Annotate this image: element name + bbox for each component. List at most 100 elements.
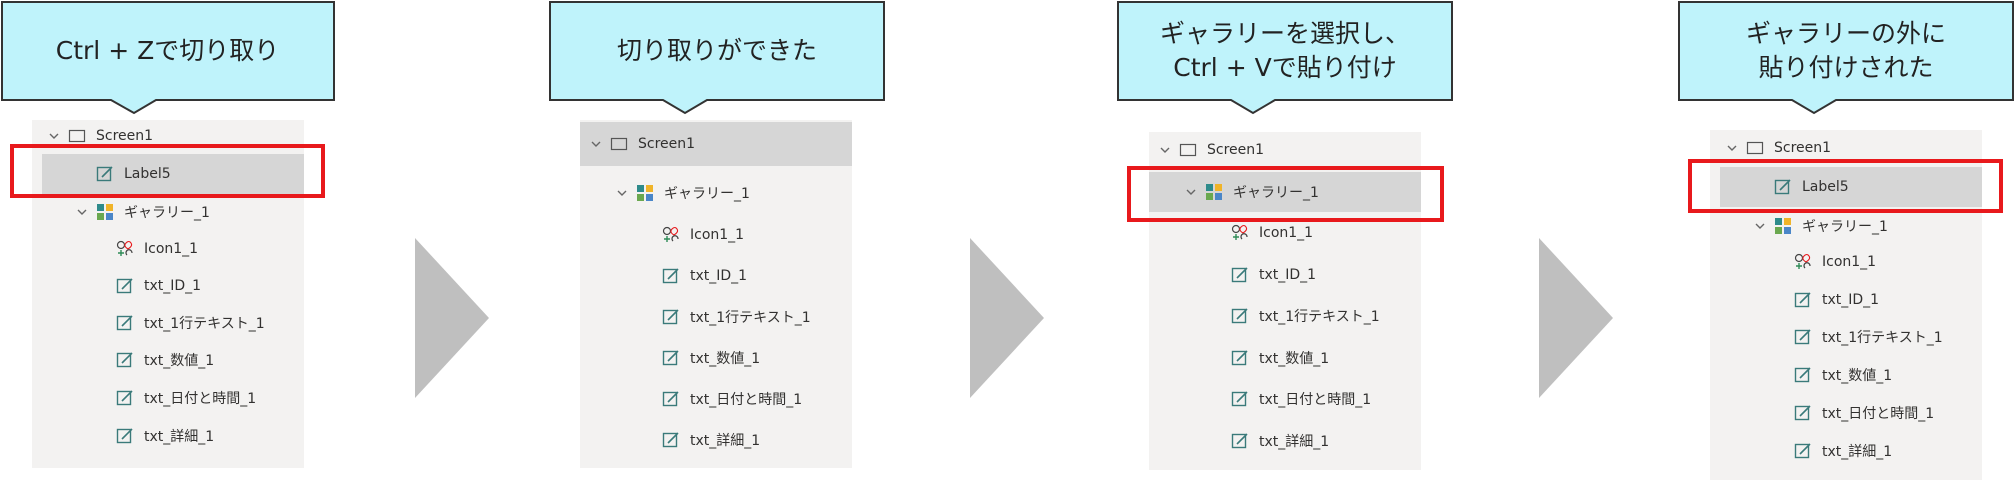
edit-label-icon	[1231, 349, 1249, 367]
icon-control-icon	[1794, 253, 1812, 271]
gallery-icon	[636, 184, 654, 202]
tree-node-label: Icon1_1	[1822, 254, 1877, 270]
edit-label-icon	[1794, 366, 1812, 384]
screen-icon	[610, 135, 628, 153]
callout-3: ギャラリーを選択し、 Ctrl + Vで貼り付け	[1117, 1, 1453, 116]
callout-text: 切り取りができた	[616, 36, 817, 65]
callout-text: Ctrl + Zで切り取り	[55, 36, 280, 65]
screen-icon	[68, 127, 86, 145]
tree-node-label: txt_1行テキスト_1	[690, 310, 811, 326]
tree-node-screen[interactable]: Screen1	[580, 122, 852, 166]
tree-node-label: ギャラリー_1	[664, 186, 750, 202]
chevron-down-icon[interactable]	[1754, 220, 1766, 232]
highlight-box	[10, 144, 325, 198]
tree-node-txt-date[interactable]: txt_日付と時間_1	[1149, 380, 1421, 418]
tree-node-label: txt_ID_1	[690, 268, 748, 284]
edit-label-icon	[116, 277, 134, 295]
arrow-right-icon	[415, 238, 489, 398]
tree-node-txt-id[interactable]: txt_ID_1	[1710, 284, 1982, 316]
tree-node-label: Icon1_1	[690, 227, 745, 243]
edit-label-icon	[1231, 432, 1249, 450]
tree-node-label: txt_1行テキスト_1	[144, 316, 265, 332]
chevron-down-icon[interactable]	[616, 187, 628, 199]
edit-label-icon	[1231, 390, 1249, 408]
edit-label-icon	[1794, 404, 1812, 422]
tree-node-icon1[interactable]: Icon1_1	[32, 233, 304, 265]
tree-node-label: txt_日付と時間_1	[1822, 406, 1935, 422]
tree-node-label: txt_1行テキスト_1	[1822, 330, 1943, 346]
tree-node-label: Icon1_1	[144, 241, 199, 257]
edit-label-icon	[662, 308, 680, 326]
tree-node-label: txt_ID_1	[1259, 267, 1317, 283]
tree-node-txt-detail[interactable]: txt_詳細_1	[32, 420, 304, 452]
tree-node-icon1[interactable]: Icon1_1	[1710, 246, 1982, 278]
callout-1: Ctrl + Zで切り取り	[1, 1, 335, 116]
chevron-down-icon[interactable]	[1159, 144, 1171, 156]
tree-node-txt-detail[interactable]: txt_詳細_1	[1149, 422, 1421, 460]
highlight-box	[1688, 159, 2003, 213]
chevron-down-icon[interactable]	[48, 130, 60, 142]
tree-node-label: txt_ID_1	[1822, 292, 1880, 308]
callout-text: ギャラリーの外に 貼り付けされた	[1745, 19, 1946, 82]
tree-node-label: txt_日付と時間_1	[690, 392, 803, 408]
gallery-icon	[96, 203, 114, 221]
highlight-box	[1127, 166, 1444, 222]
tree-node-label: Screen1	[1207, 142, 1265, 158]
gallery-icon	[1774, 217, 1792, 235]
tree-view[interactable]: Screen1 ギャラリー_1 Icon1_1 txt_ID_1 txt_1行テ…	[580, 120, 852, 468]
edit-label-icon	[662, 267, 680, 285]
tree-node-icon1[interactable]: Icon1_1	[580, 216, 852, 254]
tree-node-gallery[interactable]: ギャラリー_1	[580, 174, 852, 212]
tree-node-gallery[interactable]: ギャラリー_1	[32, 196, 304, 228]
chevron-down-icon[interactable]	[76, 206, 88, 218]
tree-node-txt-line[interactable]: txt_1行テキスト_1	[32, 307, 304, 339]
edit-label-icon	[116, 314, 134, 332]
chevron-down-icon[interactable]	[1726, 142, 1738, 154]
tree-node-txt-line[interactable]: txt_1行テキスト_1	[1149, 297, 1421, 335]
tree-node-txt-line[interactable]: txt_1行テキスト_1	[1710, 321, 1982, 353]
tree-node-screen[interactable]: Screen1	[1149, 132, 1421, 168]
tree-node-label: txt_数値_1	[1822, 368, 1893, 384]
tree-node-txt-number[interactable]: txt_数値_1	[32, 344, 304, 376]
tree-node-txt-detail[interactable]: txt_詳細_1	[580, 421, 852, 459]
callout-4: ギャラリーの外に 貼り付けされた	[1678, 1, 2014, 116]
chevron-down-icon[interactable]	[590, 138, 602, 150]
tree-node-label: Icon1_1	[1259, 225, 1314, 241]
tree-node-label: txt_日付と時間_1	[144, 391, 257, 407]
icon-control-icon	[662, 226, 680, 244]
edit-label-icon	[662, 390, 680, 408]
edit-label-icon	[1794, 291, 1812, 309]
tree-node-label: txt_詳細_1	[144, 429, 215, 445]
arrow-right-icon	[1539, 238, 1613, 398]
tree-node-txt-id[interactable]: txt_ID_1	[1149, 256, 1421, 294]
tree-node-txt-id[interactable]: txt_ID_1	[580, 257, 852, 295]
tree-node-label: txt_詳細_1	[690, 433, 761, 449]
tree-node-gallery[interactable]: ギャラリー_1	[1710, 208, 1982, 244]
tree-node-txt-date[interactable]: txt_日付と時間_1	[32, 382, 304, 414]
tree-node-txt-number[interactable]: txt_数値_1	[1710, 359, 1982, 391]
tree-node-label: txt_1行テキスト_1	[1259, 309, 1380, 325]
screen-icon	[1179, 141, 1197, 159]
tree-node-label: txt_数値_1	[1259, 351, 1330, 367]
tree-node-txt-line[interactable]: txt_1行テキスト_1	[580, 298, 852, 336]
edit-label-icon	[1794, 442, 1812, 460]
tree-node-txt-id[interactable]: txt_ID_1	[32, 270, 304, 302]
screen-icon	[1746, 139, 1764, 157]
edit-label-icon	[116, 389, 134, 407]
tree-node-label: Screen1	[96, 128, 154, 144]
icon-control-icon	[116, 240, 134, 258]
tree-node-label: txt_ID_1	[144, 278, 202, 294]
tree-node-txt-number[interactable]: txt_数値_1	[1149, 339, 1421, 377]
edit-label-icon	[116, 427, 134, 445]
arrow-right-icon	[970, 238, 1044, 398]
tree-node-label: Screen1	[1774, 140, 1832, 156]
tree-node-txt-detail[interactable]: txt_詳細_1	[1710, 435, 1982, 467]
tree-node-txt-number[interactable]: txt_数値_1	[580, 339, 852, 377]
edit-label-icon	[662, 431, 680, 449]
edit-label-icon	[1231, 307, 1249, 325]
tree-node-label: ギャラリー_1	[124, 205, 210, 221]
icon-control-icon	[1231, 224, 1249, 242]
tree-node-txt-date[interactable]: txt_日付と時間_1	[580, 380, 852, 418]
tree-node-txt-date[interactable]: txt_日付と時間_1	[1710, 397, 1982, 429]
tree-node-label: txt_数値_1	[690, 351, 761, 367]
